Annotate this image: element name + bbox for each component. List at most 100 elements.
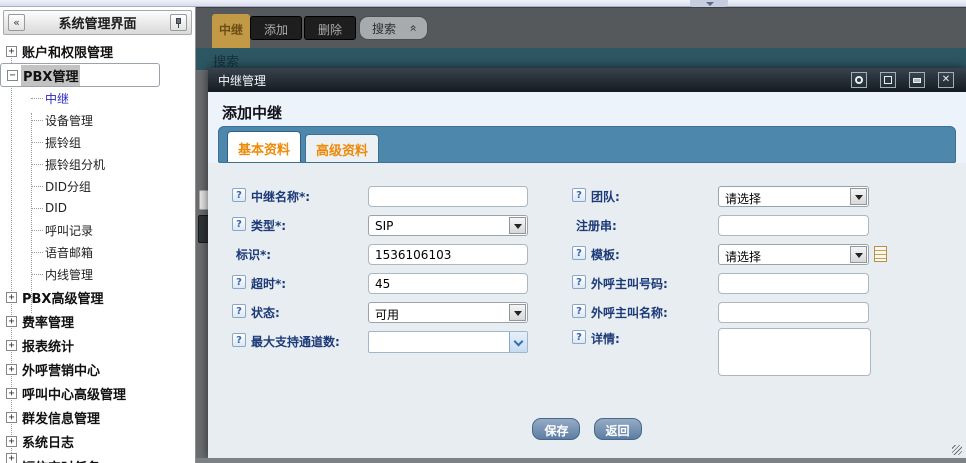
sidebar-item-clipped[interactable]: + 短信定时任务 xyxy=(0,453,195,463)
field-label: 类型*: xyxy=(251,217,286,234)
field-label: 外呼主叫号码: xyxy=(591,275,668,292)
expand-icon[interactable]: + xyxy=(6,340,17,351)
sidebar-item-report-statistics[interactable]: + 报表统计 xyxy=(0,333,195,357)
window-body: 添加中继 基本资料 高级资料 ? 中继名称*: ? 类型*: SIP xyxy=(208,92,966,458)
sidebar-title: 系统管理界面 xyxy=(25,13,170,32)
sidebar-collapse-button[interactable]: « xyxy=(8,14,25,31)
max-channels-combo[interactable] xyxy=(368,331,528,353)
help-icon[interactable]: ? xyxy=(572,188,586,202)
sidebar: « 系统管理界面 + 账户和权限管理 − PBX管理 中继 设备管理 xyxy=(0,7,196,463)
dropdown-button[interactable] xyxy=(850,188,867,205)
expand-icon[interactable]: + xyxy=(6,453,17,463)
panel-collapse-handle[interactable] xyxy=(690,0,728,7)
form-row-max-channels: ? 最大支持通道数: xyxy=(232,331,562,353)
restore-button[interactable] xyxy=(909,72,925,88)
help-icon[interactable]: ? xyxy=(232,304,246,318)
sidebar-item-rate-management[interactable]: + 费率管理 xyxy=(0,309,195,333)
sidebar-item-device-management[interactable]: 设备管理 xyxy=(0,109,195,131)
tree-stub xyxy=(31,186,43,187)
sidebar-item-label: 中继 xyxy=(45,90,69,107)
collapse-icon[interactable]: − xyxy=(7,70,18,81)
dropdown-button[interactable] xyxy=(509,304,526,321)
sidebar-item-did[interactable]: DID xyxy=(0,197,195,219)
help-icon[interactable]: ? xyxy=(572,275,586,289)
window-titlebar[interactable]: 中继管理 ✕ xyxy=(208,68,966,92)
sidebar-item-label: 报表统计 xyxy=(20,335,76,356)
expand-icon[interactable]: + xyxy=(6,412,17,423)
maximize-button[interactable] xyxy=(880,72,896,88)
sidebar-item-bulk-message[interactable]: + 群发信息管理 xyxy=(0,405,195,429)
search-toggle-button[interactable]: 搜索 « xyxy=(359,16,428,40)
sidebar-item-label: 费率管理 xyxy=(20,311,76,332)
template-document-icon[interactable] xyxy=(874,246,887,262)
close-button[interactable]: ✕ xyxy=(938,72,954,88)
save-button[interactable]: 保存 xyxy=(532,418,580,440)
sidebar-item-did-group[interactable]: DID分组 xyxy=(0,175,195,197)
tree-stub xyxy=(31,252,43,253)
expand-icon[interactable]: + xyxy=(6,364,17,375)
help-icon[interactable]: ? xyxy=(232,188,246,202)
outbound-caller-number-input[interactable] xyxy=(718,273,869,294)
sidebar-item-ring-group-ext[interactable]: 振铃组分机 xyxy=(0,153,195,175)
dropdown-button[interactable] xyxy=(850,246,867,263)
chevron-down-icon xyxy=(514,224,522,229)
type-select[interactable]: SIP xyxy=(368,215,528,236)
tree-stub xyxy=(31,274,43,275)
tab-advanced-info[interactable]: 高级资料 xyxy=(305,134,379,162)
help-icon[interactable]: ? xyxy=(572,246,586,260)
resize-handle-icon[interactable] xyxy=(952,445,962,455)
help-icon[interactable]: ? xyxy=(572,330,586,344)
help-icon[interactable]: ? xyxy=(572,304,586,318)
collapse-window-button[interactable] xyxy=(851,72,867,88)
status-select[interactable]: 可用 xyxy=(368,302,528,323)
sidebar-item-account-management[interactable]: + 账户和权限管理 xyxy=(0,39,195,63)
sidebar-item-pbx-management[interactable]: − PBX管理 xyxy=(0,63,160,87)
back-button[interactable]: 返回 xyxy=(594,418,642,440)
sidebar-item-voicemail[interactable]: 语音邮箱 xyxy=(0,241,195,263)
template-select[interactable]: 请选择 xyxy=(718,244,869,265)
pin-icon[interactable] xyxy=(170,14,187,31)
top-collapse-strip xyxy=(0,0,966,7)
identifier-input[interactable] xyxy=(368,244,528,265)
sidebar-item-ring-group[interactable]: 振铃组 xyxy=(0,131,195,153)
sidebar-item-call-records[interactable]: 呼叫记录 xyxy=(0,219,195,241)
expand-icon[interactable]: + xyxy=(6,436,17,447)
register-string-input[interactable] xyxy=(718,215,869,236)
combo-dropdown-button[interactable] xyxy=(509,332,527,352)
expand-icon[interactable]: + xyxy=(6,316,17,327)
tree-stub xyxy=(31,208,43,209)
details-textarea[interactable] xyxy=(718,328,871,376)
expand-icon[interactable]: + xyxy=(6,388,17,399)
selected-value: SIP xyxy=(375,219,393,233)
sidebar-item-trunk[interactable]: 中继 xyxy=(0,87,195,109)
outbound-caller-name-input[interactable] xyxy=(718,302,869,323)
dropdown-button[interactable] xyxy=(509,217,526,234)
sidebar-item-extension-management[interactable]: 内线管理 xyxy=(0,263,195,285)
sidebar-item-pbx-advanced[interactable]: + PBX高级管理 xyxy=(0,285,195,309)
trunk-tab[interactable]: 中继 xyxy=(212,14,250,49)
sidebar-item-callcenter-advanced[interactable]: + 呼叫中心高级管理 xyxy=(0,381,195,405)
delete-button[interactable]: 删除 xyxy=(304,16,356,40)
trunk-name-input[interactable] xyxy=(368,186,528,207)
team-select[interactable]: 请选择 xyxy=(718,186,869,207)
window-controls: ✕ xyxy=(851,72,954,88)
tab-basic-info[interactable]: 基本资料 xyxy=(227,131,301,162)
expand-icon[interactable]: + xyxy=(6,292,17,303)
chevron-down-icon xyxy=(514,337,524,347)
help-icon[interactable]: ? xyxy=(232,275,246,289)
timeout-input[interactable] xyxy=(368,273,528,294)
form-row-timeout: ? 超时*: xyxy=(232,273,562,295)
sidebar-item-outbound-center[interactable]: + 外呼营销中心 xyxy=(0,357,195,381)
sidebar-item-label: 呼叫记录 xyxy=(45,222,93,239)
page-title: 添加中继 xyxy=(222,102,282,123)
sidebar-item-label: DID分组 xyxy=(45,178,91,195)
search-panel-header: 搜索 xyxy=(196,48,966,70)
sidebar-item-system-log[interactable]: + 系统日志 xyxy=(0,429,195,453)
help-icon[interactable]: ? xyxy=(232,333,246,347)
expand-icon[interactable]: + xyxy=(6,46,17,57)
circle-icon xyxy=(855,76,863,84)
form-area: ? 中继名称*: ? 类型*: SIP 标识*: ? xyxy=(208,163,966,458)
chevron-down-icon xyxy=(855,253,863,258)
add-button[interactable]: 添加 xyxy=(250,16,302,40)
help-icon[interactable]: ? xyxy=(232,217,246,231)
